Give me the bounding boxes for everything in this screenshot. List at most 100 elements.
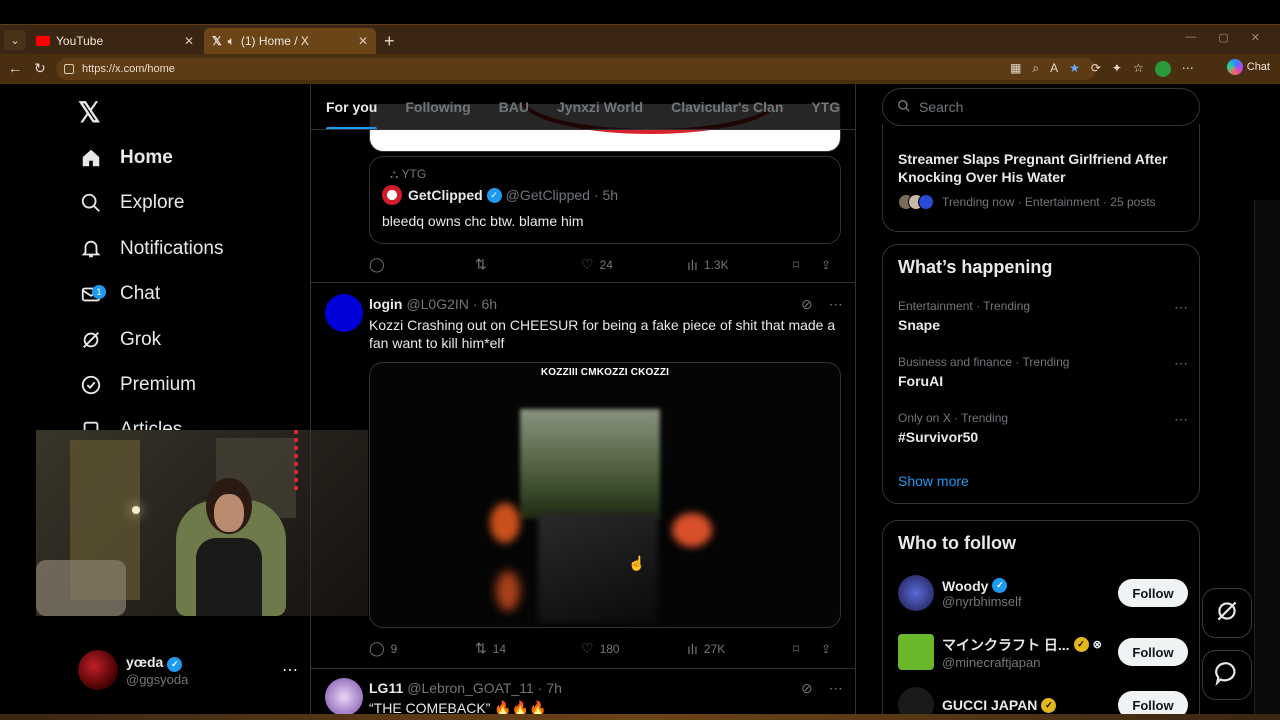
left-sidebar: 𝕏 Home Explore Notifications 1 Chat Grok… — [4, 84, 310, 720]
grok-icon[interactable]: ⊘ — [801, 680, 813, 697]
repost-button[interactable]: ⇅ — [475, 256, 581, 273]
trend-item[interactable]: Only on X · Trending #Survivor50 ⋯ — [898, 411, 1188, 445]
like-button[interactable]: ♡ 24 — [581, 256, 687, 273]
author-name[interactable]: GetClipped — [408, 187, 483, 203]
search-input[interactable]: Search — [882, 88, 1200, 126]
favorite-star-icon[interactable]: ★ — [1069, 61, 1080, 77]
speaker-icon[interactable]: 🔈︎ — [228, 34, 235, 49]
divider — [311, 282, 855, 283]
heart-icon: ♡ — [581, 256, 594, 272]
tab-claviculars-clan[interactable]: Clavicular's Clan — [671, 99, 783, 115]
trend-item[interactable]: Business and finance · Trending ForuAI ⋯ — [898, 355, 1188, 389]
nav-premium[interactable]: Premium — [78, 365, 196, 405]
back-icon[interactable]: ← — [8, 60, 22, 76]
maximize-icon[interactable]: ▢ — [1218, 31, 1228, 44]
close-icon[interactable]: ✕ — [358, 34, 368, 48]
section-title: What’s happening — [898, 257, 1053, 277]
reply-button[interactable]: ◯ — [369, 256, 475, 273]
reply-icon: ◯ — [369, 256, 385, 272]
x-page: 𝕏 Home Explore Notifications 1 Chat Grok… — [4, 84, 1280, 720]
author-name[interactable]: login — [369, 296, 402, 312]
reader-icon[interactable]: ▦ — [1010, 61, 1021, 77]
tab-youtube[interactable]: YouTube ✕ — [28, 28, 202, 54]
grok-float-button[interactable] — [1202, 588, 1252, 638]
grok-icon[interactable]: ⊘ — [801, 296, 813, 313]
repost-icon: ⇅ — [475, 256, 487, 272]
follow-suggestion[interactable]: Woody ✓ @nyrbhimself Follow — [898, 573, 1188, 613]
profile-handle: @ggsyoda — [126, 671, 189, 687]
webcam-person-body — [196, 538, 262, 616]
story-meta: Trending now · Entertainment · 25 posts — [898, 194, 1156, 210]
follow-suggestion[interactable]: マインクラフト 日... ✓ ⊗ @minecraftjapan Follow — [898, 632, 1188, 672]
more-icon[interactable]: ⋯ — [829, 296, 843, 313]
x-logo-icon[interactable]: 𝕏 — [78, 96, 101, 129]
minimize-icon[interactable]: — — [1185, 31, 1196, 44]
trend-item[interactable]: Entertainment · Trending Snape ⋯ — [898, 299, 1188, 333]
nav-notifications[interactable]: Notifications — [78, 229, 224, 269]
search-icon — [897, 99, 911, 116]
more-icon[interactable]: ⋯ — [1174, 411, 1188, 428]
tab-ytg[interactable]: YTG — [811, 99, 840, 115]
url-field[interactable]: https://x.com/home — [56, 58, 1096, 80]
taskbar-strip — [0, 714, 1280, 720]
new-tab-button[interactable]: + — [384, 31, 395, 52]
follow-button[interactable]: Follow — [1118, 638, 1188, 666]
tab-jynxzi-world[interactable]: Jynxzi World — [557, 99, 643, 115]
more-icon[interactable]: ⋯ — [282, 660, 298, 680]
avatar[interactable] — [325, 678, 363, 716]
bookmark-icon[interactable]: ⌑ — [793, 642, 821, 656]
more-icon[interactable]: ⋯ — [829, 680, 843, 697]
author-handle: @Lebron_GOAT_11 — [407, 680, 534, 696]
author-name[interactable]: LG11 — [369, 680, 403, 696]
puzzle-icon[interactable]: ✦ — [1112, 61, 1122, 77]
extensions-icon[interactable]: ⟳ — [1091, 61, 1101, 77]
more-icon[interactable]: ⋯ — [1174, 355, 1188, 372]
quoted-tweet[interactable]: ⛬ YTG GetClipped ✓ @GetClipped · 5h blee… — [369, 156, 841, 244]
tab-bau[interactable]: BAU — [499, 99, 529, 115]
tab-x-home[interactable]: 𝕏 🔈︎ (1) Home / X ✕ — [204, 28, 376, 54]
more-icon[interactable]: ⋯ — [1182, 61, 1194, 77]
bookmark-icon[interactable]: ⌑ — [793, 258, 821, 272]
nav-home[interactable]: Home — [78, 138, 173, 178]
nav-explore[interactable]: Explore — [78, 183, 184, 223]
nav-grok[interactable]: Grok — [78, 320, 161, 360]
read-aloud-icon[interactable]: A — [1050, 61, 1058, 77]
top-story-card[interactable]: Streamer Slaps Pregnant Girlfriend After… — [882, 124, 1200, 232]
reply-button[interactable]: ◯ 9 — [369, 640, 475, 657]
tweet-video[interactable]: KOZZIII CMKOZZI CKOZZI ☝ — [369, 362, 841, 628]
timeline-tabs: For you Following BAU Jynxzi World Clavi… — [311, 84, 855, 130]
share-icon[interactable]: ⇪ — [821, 642, 845, 656]
whats-happening-card: What’s happening Entertainment · Trendin… — [882, 244, 1200, 504]
tab-bar: ⌄ YouTube ✕ 𝕏 🔈︎ (1) Home / X ✕ + — ▢ ✕ — [0, 24, 1280, 54]
tab-for-you[interactable]: For you — [326, 99, 378, 129]
tab-actions-icon[interactable]: ⌄ — [4, 30, 26, 50]
lock-icon — [64, 64, 74, 74]
favorites-icon[interactable]: ☆ — [1133, 61, 1144, 77]
views-button[interactable]: ılı 27K — [687, 641, 793, 657]
address-bar-icons: ▦ ⌕ A ★ ⟳ ✦ ☆ ⋯ — [1010, 61, 1194, 77]
messages-float-button[interactable] — [1202, 650, 1252, 700]
more-icon[interactable]: ⋯ — [1174, 299, 1188, 316]
follow-button[interactable]: Follow — [1118, 579, 1188, 607]
close-window-icon[interactable]: ✕ — [1251, 31, 1260, 44]
tweet-text: Kozzi Crashing out on CHEESUR for being … — [369, 317, 836, 351]
profile-icon[interactable] — [1154, 61, 1171, 77]
zoom-icon[interactable]: ⌕ — [1032, 61, 1039, 77]
avatar[interactable] — [325, 294, 363, 332]
tab-following[interactable]: Following — [405, 99, 470, 115]
avatar — [382, 185, 402, 205]
like-button[interactable]: ♡ 180 — [581, 640, 687, 657]
copilot-chat-button[interactable]: Chat — [1226, 59, 1270, 75]
author-handle: @L0G2IN — [406, 296, 469, 312]
hand-cursor-icon: ☝ — [628, 555, 646, 571]
tweet-actions: ◯ 9 ⇅ 14 ♡ 180 ılı 27K ⌑ ⇪ — [369, 640, 845, 657]
account-switcher[interactable]: yœda ✓ @ggsyoda ⋯ — [78, 644, 298, 696]
close-icon[interactable]: ✕ — [184, 34, 194, 48]
story-headline[interactable]: Streamer Slaps Pregnant Girlfriend After… — [898, 150, 1188, 186]
refresh-icon[interactable]: ↻ — [34, 60, 46, 77]
repost-button[interactable]: ⇅ 14 — [475, 640, 581, 657]
nav-chat[interactable]: 1 Chat — [78, 274, 160, 314]
show-more-link[interactable]: Show more — [898, 473, 969, 489]
share-icon[interactable]: ⇪ — [821, 258, 845, 272]
views-button[interactable]: ılı 1.3K — [687, 257, 793, 273]
